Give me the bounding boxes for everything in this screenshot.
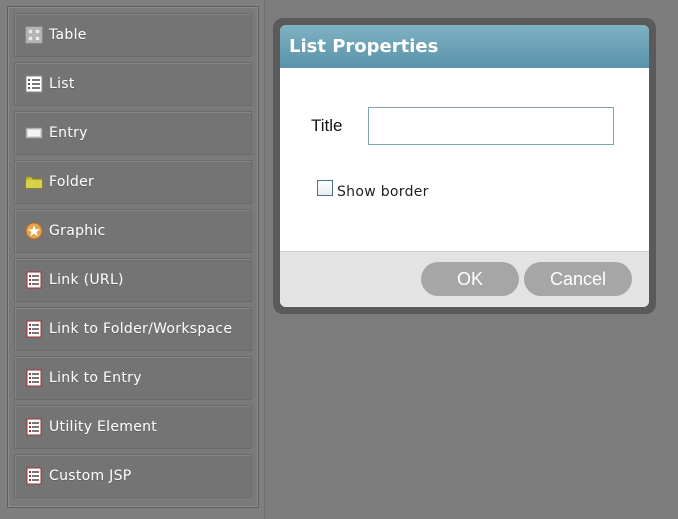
custom-jsp-icon bbox=[25, 467, 43, 485]
palette-item-folder[interactable]: Folder bbox=[14, 160, 252, 204]
palette-item-link-url[interactable]: Link (URL) bbox=[14, 258, 252, 302]
dialog-footer: OK Cancel bbox=[280, 251, 649, 307]
palette-item-label: Custom JSP bbox=[49, 468, 132, 484]
table-icon bbox=[25, 26, 43, 44]
palette-item-label: Link to Entry bbox=[49, 370, 142, 386]
dialog-header[interactable]: List Properties bbox=[280, 25, 649, 68]
list-icon bbox=[25, 75, 43, 93]
app-stage: Table List Entry Folder Graphic Link (UR… bbox=[0, 0, 678, 519]
show-border-label[interactable]: Show border bbox=[337, 184, 429, 200]
link-url-icon bbox=[25, 271, 43, 289]
palette-item-utility-element[interactable]: Utility Element bbox=[14, 405, 252, 449]
list-properties-dialog-frame: List Properties Title Show border OK Can… bbox=[273, 18, 656, 314]
link-folder-icon bbox=[25, 320, 43, 338]
palette-item-list[interactable]: List bbox=[14, 62, 252, 106]
palette-item-label: Link to Folder/Workspace bbox=[49, 321, 233, 337]
link-entry-icon bbox=[25, 369, 43, 387]
palette-item-link-entry[interactable]: Link to Entry bbox=[14, 356, 252, 400]
palette-item-label: List bbox=[49, 76, 75, 92]
show-border-checkbox[interactable] bbox=[317, 180, 333, 196]
dialog-title: List Properties bbox=[289, 36, 439, 57]
title-field-label: Title bbox=[311, 116, 343, 135]
palette-item-label: Table bbox=[49, 27, 87, 43]
element-palette: Table List Entry Folder Graphic Link (UR… bbox=[7, 6, 259, 508]
palette-item-label: Entry bbox=[49, 125, 88, 141]
list-properties-dialog: List Properties Title Show border OK Can… bbox=[280, 25, 649, 307]
title-input[interactable] bbox=[368, 107, 614, 145]
cancel-button[interactable]: Cancel bbox=[524, 262, 632, 296]
palette-item-custom-jsp[interactable]: Custom JSP bbox=[14, 454, 252, 498]
entry-icon bbox=[25, 124, 43, 142]
palette-item-label: Utility Element bbox=[49, 419, 158, 435]
palette-item-link-folder-workspace[interactable]: Link to Folder/Workspace bbox=[14, 307, 252, 351]
palette-item-graphic[interactable]: Graphic bbox=[14, 209, 252, 253]
ok-button[interactable]: OK bbox=[421, 262, 519, 296]
palette-item-entry[interactable]: Entry bbox=[14, 111, 252, 155]
graphic-icon bbox=[25, 222, 43, 240]
folder-icon bbox=[25, 173, 43, 191]
palette-item-label: Folder bbox=[49, 174, 95, 190]
palette-item-label: Link (URL) bbox=[49, 272, 124, 288]
palette-item-table[interactable]: Table bbox=[14, 13, 252, 57]
palette-item-label: Graphic bbox=[49, 223, 106, 239]
utility-element-icon bbox=[25, 418, 43, 436]
